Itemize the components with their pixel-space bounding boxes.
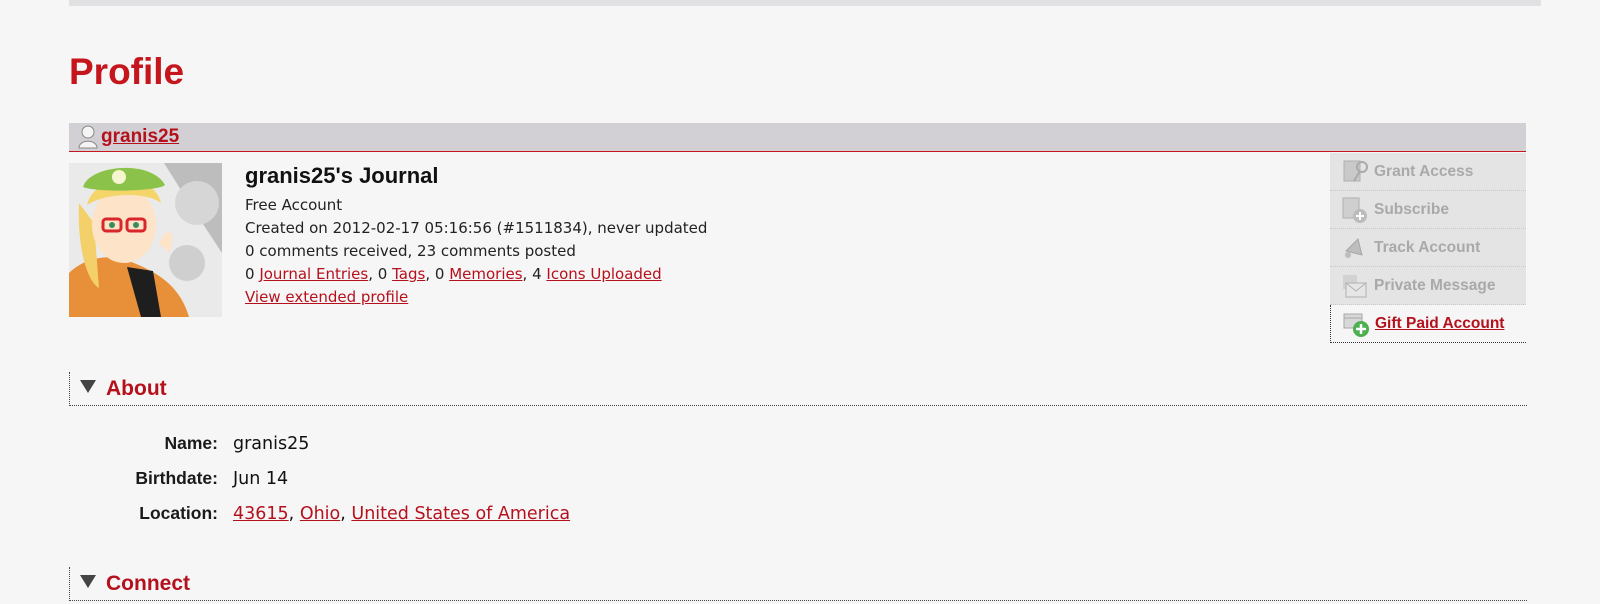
journal-stats: 0 Journal Entries, 0 Tags, 0 Memories, 4… xyxy=(245,265,662,283)
gift-paid-account-action[interactable]: Gift Paid Account xyxy=(1330,305,1526,343)
location-state-link[interactable]: Ohio xyxy=(300,504,340,524)
top-divider-bar xyxy=(69,0,1541,6)
icons-uploaded-link[interactable]: Icons Uploaded xyxy=(546,265,661,283)
journal-entries-link[interactable]: Journal Entries xyxy=(259,265,368,283)
birthdate-value: Jun 14 xyxy=(233,468,289,489)
private-message-action: Private Message xyxy=(1330,267,1526,305)
tags-link[interactable]: Tags xyxy=(392,265,425,283)
profile-actions: Grant Access Subscribe Track Account Pri… xyxy=(1330,153,1526,343)
connect-heading[interactable]: Connect xyxy=(106,572,190,596)
track-account-label: Track Account xyxy=(1374,238,1481,256)
collapse-triangle-icon[interactable] xyxy=(80,380,96,393)
track-icon xyxy=(1340,233,1370,263)
track-account-action: Track Account xyxy=(1330,229,1526,267)
subscribe-icon xyxy=(1340,195,1370,225)
name-key: Name: xyxy=(164,433,219,453)
gift-icon xyxy=(1341,309,1371,339)
memories-count: 0 xyxy=(434,265,445,283)
name-row: Name: granis25 xyxy=(100,426,570,461)
location-row: Location: 43615, Ohio, United States of … xyxy=(100,496,570,531)
location-country-link[interactable]: United States of America xyxy=(351,504,570,524)
about-fields: Name: granis25 Birthdate: Jun 14 Locatio… xyxy=(100,426,570,531)
connect-section-header[interactable]: Connect xyxy=(69,567,1527,601)
name-value: granis25 xyxy=(233,433,310,454)
subscribe-action: Subscribe xyxy=(1330,191,1526,229)
collapse-triangle-icon[interactable] xyxy=(80,575,96,588)
entries-count: 0 xyxy=(245,265,255,283)
user-icon xyxy=(77,125,99,149)
grant-access-label: Grant Access xyxy=(1374,162,1474,180)
about-heading[interactable]: About xyxy=(106,377,167,401)
location-value: 43615, Ohio, United States of America xyxy=(233,503,571,524)
username-link[interactable]: granis25 xyxy=(101,126,179,148)
user-header-bar: granis25 xyxy=(69,123,1526,152)
avatar xyxy=(69,163,222,317)
icons-count: 4 xyxy=(532,265,542,283)
grant-access-action: Grant Access xyxy=(1330,153,1526,191)
journal-info: granis25's Journal Free Account Created … xyxy=(245,163,707,309)
grant-access-icon xyxy=(1340,157,1370,187)
location-zip-link[interactable]: 43615 xyxy=(233,504,289,524)
journal-title: granis25's Journal xyxy=(245,163,439,188)
page-title: Profile xyxy=(69,51,185,92)
tags-count: 0 xyxy=(377,265,388,283)
subscribe-label: Subscribe xyxy=(1374,200,1449,218)
birthdate-key: Birthdate: xyxy=(135,468,218,488)
memories-link[interactable]: Memories xyxy=(449,265,522,283)
view-extended-profile-link[interactable]: View extended profile xyxy=(245,288,408,306)
birthdate-row: Birthdate: Jun 14 xyxy=(100,461,570,496)
message-icon xyxy=(1340,271,1370,301)
comment-stats: 0 comments received, 23 comments posted xyxy=(245,242,576,260)
location-key: Location: xyxy=(139,503,218,523)
about-section-header[interactable]: About xyxy=(69,372,1527,406)
created-info: Created on 2012-02-17 05:16:56 (#1511834… xyxy=(245,219,708,237)
private-message-label: Private Message xyxy=(1374,276,1496,294)
account-type: Free Account xyxy=(245,196,343,214)
gift-paid-account-label[interactable]: Gift Paid Account xyxy=(1375,315,1504,333)
